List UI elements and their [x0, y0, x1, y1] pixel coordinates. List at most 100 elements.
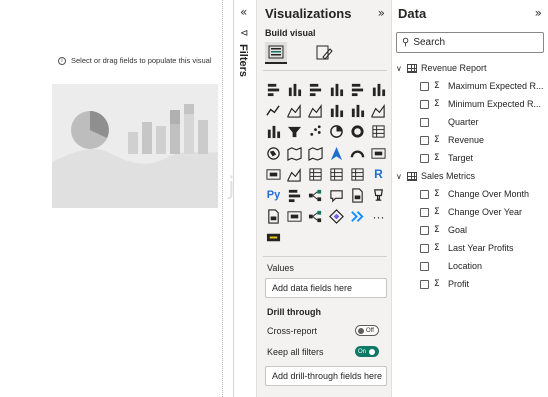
values-well[interactable]: Add data fields here: [265, 278, 387, 298]
treemap-icon[interactable]: [368, 121, 389, 142]
field-checkbox[interactable]: [420, 261, 429, 271]
cross-report-toggle[interactable]: Off: [355, 325, 379, 336]
search-input[interactable]: ⚲ Search: [396, 32, 544, 53]
100-stacked-bar-chart-icon[interactable]: [347, 79, 368, 100]
field-checkbox[interactable]: [420, 81, 429, 91]
custom-visual-icon[interactable]: [263, 227, 284, 248]
field-name: Location: [448, 261, 483, 271]
waterfall-chart-icon[interactable]: [263, 121, 284, 142]
smart-narrative-icon[interactable]: [347, 185, 368, 206]
field-name: Change Over Month: [448, 189, 530, 199]
field-checkbox[interactable]: [420, 117, 429, 127]
100-stacked-column-chart-icon[interactable]: [368, 79, 389, 100]
data-pane: Data » ⚲ Search ∨ Revenue Report Σ Maximum …: [392, 0, 548, 397]
keep-all-filters-toggle[interactable]: On: [355, 346, 379, 357]
shape-map-icon[interactable]: [305, 143, 326, 164]
report-canvas[interactable]: i Select or drag fields to populate this…: [0, 0, 222, 397]
paginated-report-icon[interactable]: [263, 206, 284, 227]
cross-report-state: Off: [366, 327, 374, 334]
line-clustered-column-icon[interactable]: [347, 100, 368, 121]
search-icon: ⚲: [402, 37, 410, 48]
stacked-area-chart-icon[interactable]: [305, 100, 326, 121]
chevron-down-icon[interactable]: ∨: [396, 64, 405, 73]
stacked-bar-chart-icon[interactable]: [263, 79, 284, 100]
field-row[interactable]: Location: [420, 258, 544, 274]
table-revenue-report[interactable]: ∨ Revenue Report: [396, 60, 487, 76]
r-visual-icon[interactable]: R: [368, 164, 389, 185]
scatter-chart-icon[interactable]: [305, 121, 326, 142]
format-visual-icon[interactable]: [313, 42, 335, 64]
donut-chart-icon[interactable]: [347, 121, 368, 142]
funnel-chart-icon-glyph: [287, 127, 302, 138]
chevron-down-icon[interactable]: ∨: [396, 172, 405, 181]
kpi-icon[interactable]: [284, 164, 305, 185]
area-chart-icon[interactable]: [284, 100, 305, 121]
map-icon[interactable]: [263, 143, 284, 164]
filters-pane[interactable]: « ⊲ Filters: [234, 0, 256, 397]
smart-narrative-icon-glyph: [352, 188, 363, 203]
expand-filters-icon[interactable]: «: [240, 5, 247, 19]
field-row[interactable]: Quarter: [420, 114, 544, 130]
field-checkbox[interactable]: [420, 135, 429, 145]
sigma-icon: Σ: [434, 189, 440, 199]
arcgis-icon[interactable]: [326, 206, 347, 227]
power-apps-icon[interactable]: [284, 206, 305, 227]
line-stacked-column-icon[interactable]: [326, 100, 347, 121]
field-checkbox[interactable]: [420, 207, 429, 217]
qna-icon[interactable]: [326, 185, 347, 206]
scatter-chart-icon-glyph: [310, 125, 321, 137]
key-influencers-icon[interactable]: [284, 185, 305, 206]
more-visuals-icon[interactable]: ···: [368, 206, 389, 227]
keep-all-filters-label: Keep all filters: [267, 347, 324, 357]
power-automate-icon[interactable]: [305, 206, 326, 227]
filled-map-icon[interactable]: [284, 143, 305, 164]
field-row[interactable]: Σ Change Over Month: [420, 186, 544, 202]
field-checkbox[interactable]: [420, 189, 429, 199]
field-checkbox[interactable]: [420, 153, 429, 163]
multi-row-card-icon[interactable]: [263, 164, 284, 185]
filters-label[interactable]: Filters: [237, 44, 249, 77]
card-icon[interactable]: [368, 143, 389, 164]
donut-chart-icon-glyph: [351, 125, 364, 138]
field-row[interactable]: Σ Last Year Profits: [420, 240, 544, 256]
collapse-data-icon[interactable]: »: [535, 6, 542, 20]
clustered-bar-chart-icon[interactable]: [305, 79, 326, 100]
power-automate-flow-icon[interactable]: [347, 206, 368, 227]
empty-visual-placeholder[interactable]: [52, 84, 218, 208]
funnel-chart-icon[interactable]: [284, 121, 305, 142]
field-row[interactable]: Σ Profit: [420, 276, 544, 292]
stacked-column-chart-icon[interactable]: [284, 79, 305, 100]
collapse-visualizations-icon[interactable]: »: [378, 6, 385, 20]
pie-chart-icon[interactable]: [326, 121, 347, 142]
azure-map-icon[interactable]: [326, 143, 347, 164]
matrix-icon-glyph: [351, 168, 364, 181]
field-checkbox[interactable]: [420, 225, 429, 235]
r-label: R: [374, 167, 383, 182]
shape-map-icon-glyph: [308, 146, 323, 161]
line-chart-icon[interactable]: [263, 100, 284, 121]
field-row[interactable]: Σ Target: [420, 150, 544, 166]
clustered-column-chart-icon[interactable]: [326, 79, 347, 100]
field-row[interactable]: Σ Revenue: [420, 132, 544, 148]
field-name: Change Over Year: [448, 207, 523, 217]
field-checkbox[interactable]: [420, 99, 429, 109]
decomposition-tree-icon[interactable]: [305, 185, 326, 206]
python-visual-icon[interactable]: Py: [263, 185, 284, 206]
table-sales-metrics[interactable]: ∨ Sales Metrics: [396, 168, 475, 184]
stacked-area-chart-icon-glyph: [308, 104, 322, 118]
gauge-icon[interactable]: [347, 143, 368, 164]
build-visual-icon[interactable]: [265, 42, 287, 64]
field-row[interactable]: Σ Change Over Year: [420, 204, 544, 220]
field-row[interactable]: Σ Goal: [420, 222, 544, 238]
drill-through-well[interactable]: Add drill-through fields here: [265, 366, 387, 386]
field-checkbox[interactable]: [420, 243, 429, 253]
matrix-icon[interactable]: [347, 164, 368, 185]
slicer-icon[interactable]: [305, 164, 326, 185]
field-checkbox[interactable]: [420, 279, 429, 289]
table-icon[interactable]: [326, 164, 347, 185]
field-row[interactable]: Σ Minimum Expected R...: [420, 96, 544, 112]
goals-icon[interactable]: [368, 185, 389, 206]
ribbon-chart-icon[interactable]: [368, 100, 389, 121]
field-row[interactable]: Σ Maximum Expected R...: [420, 78, 544, 94]
cross-report-row: Cross-report Off: [267, 325, 379, 336]
